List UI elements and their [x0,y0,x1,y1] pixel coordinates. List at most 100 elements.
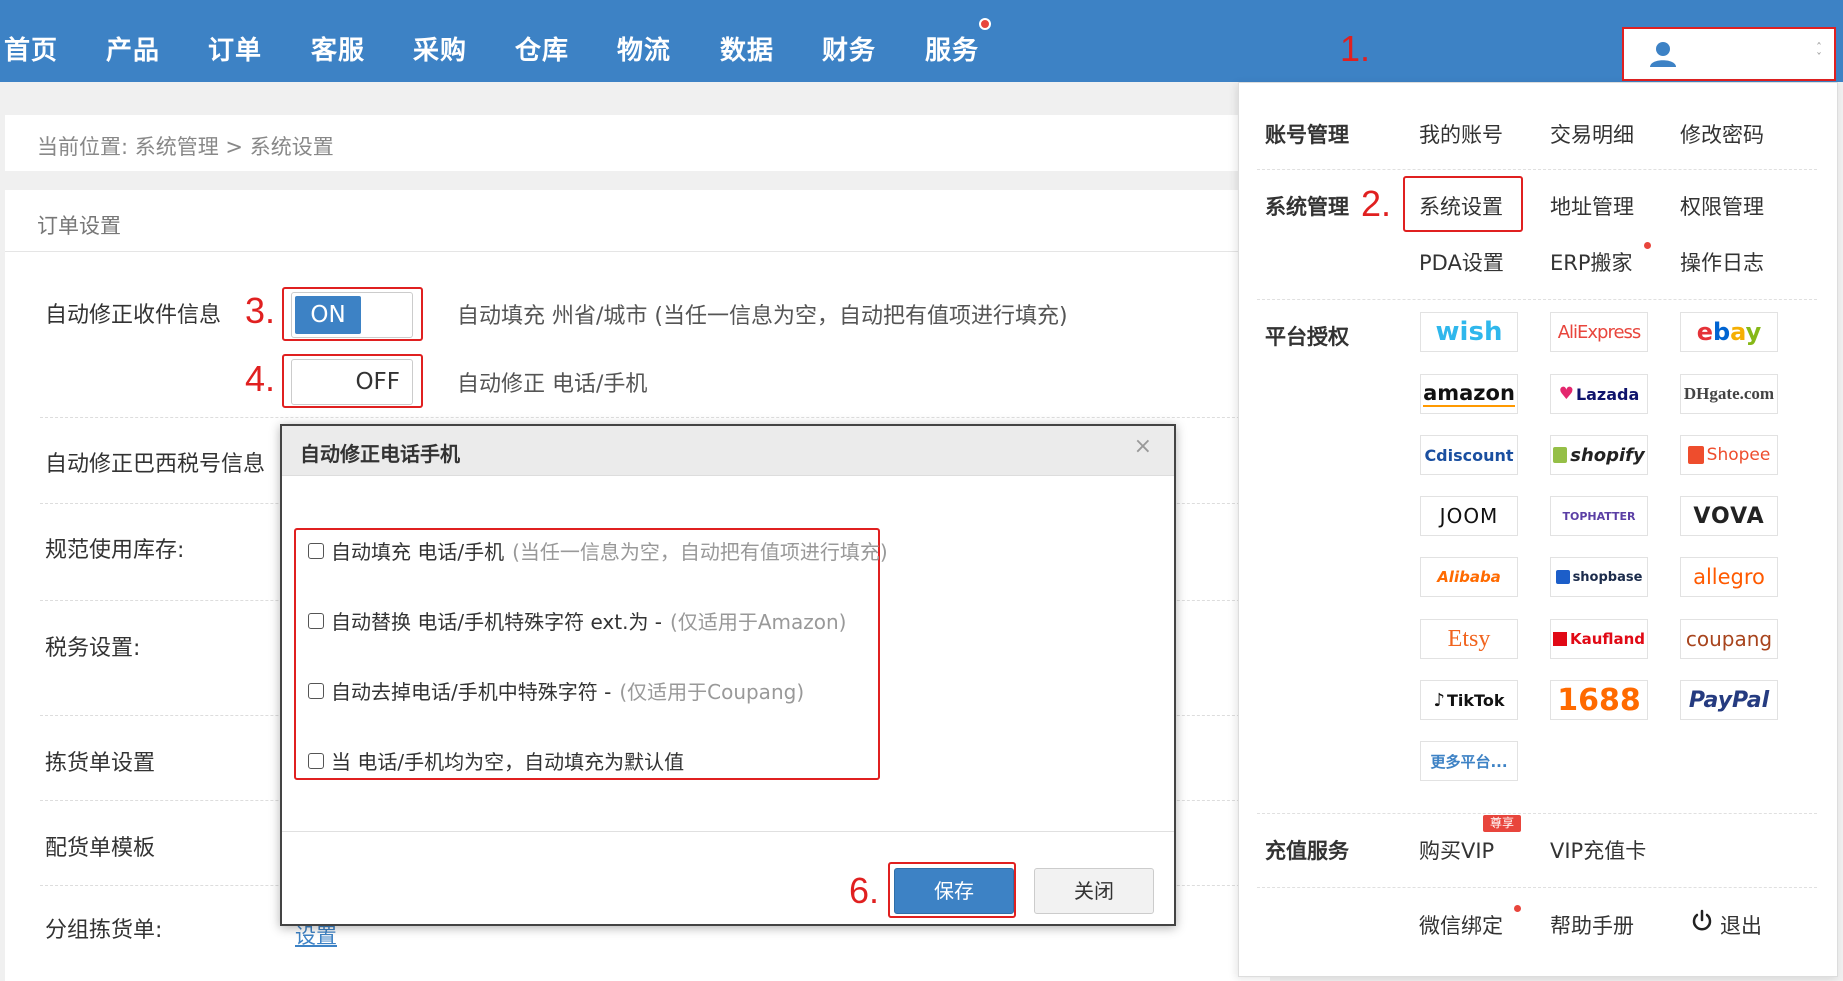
checkbox[interactable] [308,682,324,699]
nav-item-home[interactable]: 首页 [4,30,58,67]
logo-text: ebay [1696,318,1762,346]
logo-text: Cdiscount [1424,445,1514,465]
row-label-stock: 规范使用库存: [45,538,185,563]
logo-text: Etsy [1447,625,1491,652]
logo-text: coupang [1685,627,1773,651]
platform-logo-allegro[interactable]: allegro [1680,557,1778,597]
option-auto-fill-phone[interactable]: 自动填充 电话/手机 (当任一信息为空，自动把有值项进行填充) [308,536,888,565]
section-label-system: 系统管理 [1265,195,1349,219]
vip-badge: 尊享 [1483,815,1521,832]
option-hint: (仅适用于Coupang) [619,680,805,704]
user-dropdown-menu: 账号管理 我的账号 交易明细 修改密码 系统管理 2. 系统设置 地址管理 权限… [1238,82,1838,977]
platform-logo-aliexpress[interactable]: AliExpress [1550,312,1648,352]
logo-text: AliExpress [1557,321,1642,343]
logo-text: allegro [1693,565,1765,589]
notification-dot-icon [1514,905,1521,912]
platform-logo-cdiscount[interactable]: Cdiscount [1420,435,1518,475]
checkbox[interactable] [308,612,324,629]
nav-item-customer-service[interactable]: 客服 [311,30,365,67]
nav-item-service[interactable]: 服务 [925,30,979,67]
platform-logo-shopbase[interactable]: shopbase [1550,557,1648,597]
nav-item-warehouse[interactable]: 仓库 [515,30,569,67]
logo-text: shopify [1570,444,1645,466]
platform-logo-amazon[interactable]: amazon [1420,374,1518,414]
toggle-auto-fill-state-city[interactable]: ON [291,292,413,338]
chevron-icon: ˆˇ [1816,41,1822,65]
divider [1257,813,1817,814]
link-buy-vip[interactable]: 购买VIP [1419,835,1494,865]
option-hint: (仅适用于Amazon) [670,610,847,634]
platform-logo-kaufland[interactable]: Kaufland [1550,619,1648,659]
link-transactions[interactable]: 交易明细 [1550,119,1634,149]
nav-item-logistics[interactable]: 物流 [617,30,671,67]
link-my-account[interactable]: 我的账号 [1419,119,1503,149]
platform-logo-tophatter[interactable]: TOPHATTER [1550,496,1648,536]
logo-text: VOVA [1693,503,1765,529]
link-erp-migration[interactable]: ERP搬家 [1550,247,1633,277]
platform-logo-etsy[interactable]: Etsy [1420,619,1518,659]
platform-logo-lazada[interactable]: ♥ Lazada [1550,374,1648,414]
nav-item-purchase[interactable]: 采购 [413,30,467,67]
user-menu-button[interactable]: ˆˇ [1622,27,1836,81]
nav-item-orders[interactable]: 订单 [208,30,262,67]
divider [1257,169,1817,170]
notification-dot-icon [1644,242,1651,249]
option-replace-ext[interactable]: 自动替换 电话/手机特殊字符 ext.为 - (仅适用于Amazon) [308,606,846,635]
link-help-manual[interactable]: 帮助手册 [1550,910,1634,940]
link-pda-settings[interactable]: PDA设置 [1419,247,1504,277]
annotation-3: 3. [245,290,276,331]
platform-logo-vova[interactable]: VOVA [1680,496,1778,536]
platform-logo-1688[interactable]: 1688 [1550,680,1648,720]
option-remove-special-chars[interactable]: 自动去掉电话/手机中特殊字符 - (仅适用于Coupang) [308,676,804,705]
notification-dot-icon [979,18,991,30]
checkbox[interactable] [308,752,324,769]
nav-item-products[interactable]: 产品 [106,30,160,67]
link-logout[interactable]: 退出 [1720,910,1762,940]
platform-logo-joom[interactable]: JOOM [1420,496,1518,536]
link-vip-card[interactable]: VIP充值卡 [1550,835,1646,865]
option-label: 自动去掉电话/手机中特殊字符 - [331,680,612,704]
divider [1257,299,1817,300]
link-wechat-bind[interactable]: 微信绑定 [1419,910,1503,940]
close-button[interactable]: 关闭 [1034,868,1154,914]
breadcrumb-bar: 当前位置: 系统管理 > 系统设置 [5,115,1270,171]
note-icon: ♪ [1433,689,1446,711]
heart-icon: ♥ [1558,384,1574,404]
platform-logo-coupang[interactable]: coupang [1680,619,1778,659]
auto-fix-phone-dialog: 自动修正电话手机 × 自动填充 电话/手机 (当任一信息为空，自动把有值项进行填… [280,424,1176,926]
platform-logo-tiktok[interactable]: ♪ TikTok [1420,680,1518,720]
platform-logo-ebay[interactable]: ebay [1680,312,1778,352]
annotation-4: 4. [245,358,276,399]
logo-text: amazon [1423,381,1515,407]
save-button[interactable]: 保存 [894,868,1014,914]
divider [5,251,1270,252]
platform-logo-alibaba[interactable]: Alibaba [1420,557,1518,597]
link-address-management[interactable]: 地址管理 [1550,191,1634,221]
logo-text: PayPal [1688,687,1770,713]
divider [40,417,1270,418]
nav-item-data[interactable]: 数据 [720,30,774,67]
logo-text: wish [1435,317,1503,347]
toggle-auto-fix-phone[interactable]: OFF [291,359,413,405]
platform-logo-dhgate[interactable]: DHgate.com [1680,374,1778,414]
link-permission-management[interactable]: 权限管理 [1680,191,1764,221]
logo-text: Lazada [1575,384,1640,404]
link-system-settings[interactable]: 系统设置 [1419,191,1503,221]
platform-logo-paypal[interactable]: PayPal [1680,680,1778,720]
platform-logo-wish[interactable]: wish [1420,312,1518,352]
checkbox[interactable] [308,542,324,559]
more-platforms-button[interactable]: 更多平台... [1420,741,1518,781]
close-icon[interactable]: × [1134,434,1152,459]
row-label-delivery-template: 配货单模板 [45,836,156,861]
link-operation-log[interactable]: 操作日志 [1680,247,1764,277]
option-label: 自动替换 电话/手机特殊字符 ext.为 - [331,610,663,634]
platform-logo-shopify[interactable]: shopify [1550,435,1648,475]
logo-text: Shopee [1706,445,1771,465]
k-icon [1552,632,1567,646]
link-change-password[interactable]: 修改密码 [1680,119,1764,149]
logo-text: Kaufland [1569,630,1646,648]
option-fill-default[interactable]: 当 电话/手机均为空，自动填充为默认值 [308,746,684,775]
platform-logo-shopee[interactable]: Shopee [1680,435,1778,475]
logo-text: Alibaba [1437,568,1501,586]
nav-item-finance[interactable]: 财务 [822,30,876,67]
